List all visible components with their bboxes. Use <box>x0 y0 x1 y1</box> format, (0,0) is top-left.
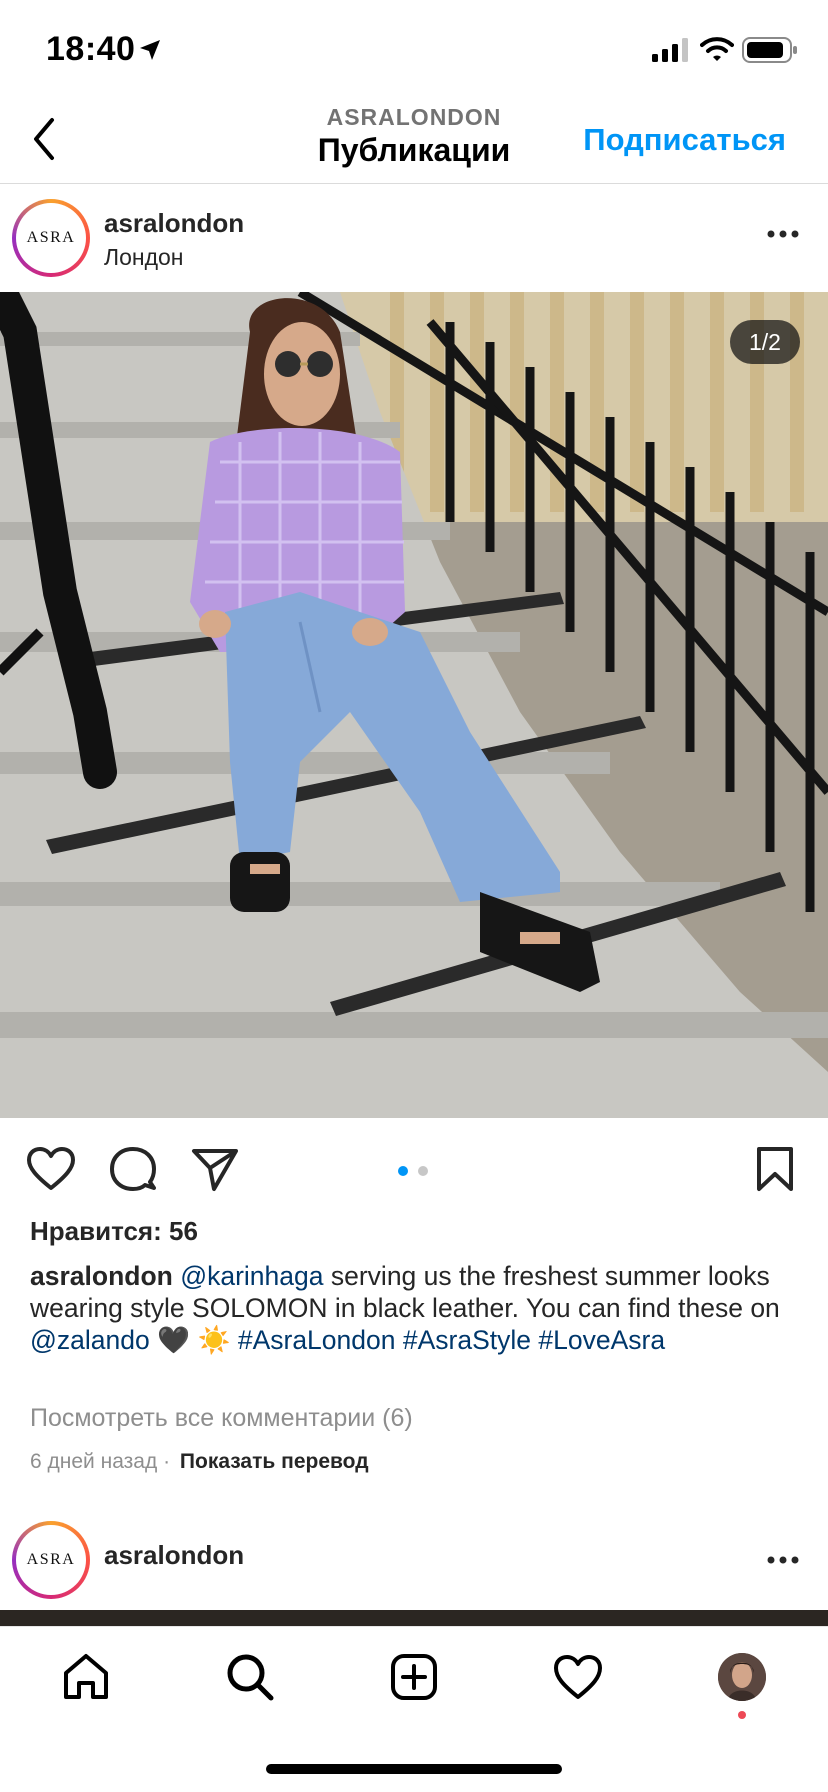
share-icon[interactable] <box>190 1146 240 1192</box>
mention-link[interactable]: @zalando <box>30 1325 150 1355</box>
more-options-icon[interactable] <box>766 228 800 240</box>
post-image[interactable]: 1/2 <box>0 292 828 1118</box>
post-time: 6 дней назад <box>30 1450 158 1473</box>
mention-link[interactable]: @karinhaga <box>180 1261 323 1291</box>
follow-button[interactable]: Подписаться <box>583 122 786 158</box>
image-counter: 1/2 <box>730 320 800 364</box>
search-icon[interactable] <box>224 1651 276 1703</box>
post-meta: 6 дней назад · Показать перевод <box>30 1450 369 1474</box>
post-username[interactable]: asralondon <box>104 208 244 239</box>
comment-icon[interactable] <box>108 1146 158 1192</box>
carousel-dot-active <box>398 1166 408 1176</box>
brand-logo: ASRA <box>26 1551 76 1568</box>
status-time: 18:40 <box>46 30 136 68</box>
profile-photo <box>718 1653 766 1701</box>
post-actions <box>0 1120 828 1214</box>
post-username[interactable]: asralondon <box>104 1540 244 1571</box>
post-location[interactable]: Лондон <box>104 244 184 271</box>
notification-dot <box>738 1711 746 1719</box>
profile-avatar[interactable] <box>718 1653 766 1701</box>
hashtag-link[interactable]: #AsraLondon <box>238 1325 396 1355</box>
status-bar: 18:40 <box>0 0 828 100</box>
like-heart-icon[interactable] <box>26 1146 76 1192</box>
post-header: ASRA asralondon Лондон <box>0 188 828 292</box>
likes-count[interactable]: Нравится: 56 <box>30 1216 198 1247</box>
avatar[interactable]: ASRA <box>12 199 90 277</box>
translate-link[interactable]: Показать перевод <box>180 1450 369 1473</box>
caption-emoji: 🖤 ☀️ <box>149 1325 238 1355</box>
view-comments-link[interactable]: Посмотреть все комментарии (6) <box>30 1404 413 1433</box>
location-arrow-icon <box>140 40 160 60</box>
avatar[interactable]: ASRA <box>12 1521 90 1599</box>
more-options-icon[interactable] <box>766 1554 800 1566</box>
brand-logo: ASRA <box>26 229 76 246</box>
hashtag-link[interactable]: #AsraStyle <box>403 1325 531 1355</box>
signal-icon <box>652 38 688 62</box>
next-post-header: ASRA asralondon <box>0 1510 828 1610</box>
bookmark-icon[interactable] <box>754 1146 796 1192</box>
wifi-icon <box>700 37 734 61</box>
activity-heart-icon[interactable] <box>552 1651 604 1703</box>
hashtag-link[interactable]: #LoveAsra <box>538 1325 665 1355</box>
photo-illustration <box>0 292 828 1118</box>
home-indicator <box>266 1764 562 1774</box>
nav-header: ASRALONDON Публикации Подписаться <box>0 100 828 184</box>
new-post-icon[interactable] <box>388 1651 440 1703</box>
battery-icon <box>742 37 797 63</box>
carousel-dot <box>418 1166 428 1176</box>
meta-separator: · <box>163 1450 171 1473</box>
carousel-indicator <box>398 1166 430 1176</box>
caption-username[interactable]: asralondon <box>30 1261 173 1291</box>
post-caption: asralondon @karinhaga serving us the fre… <box>30 1260 800 1356</box>
home-icon[interactable] <box>60 1651 112 1703</box>
